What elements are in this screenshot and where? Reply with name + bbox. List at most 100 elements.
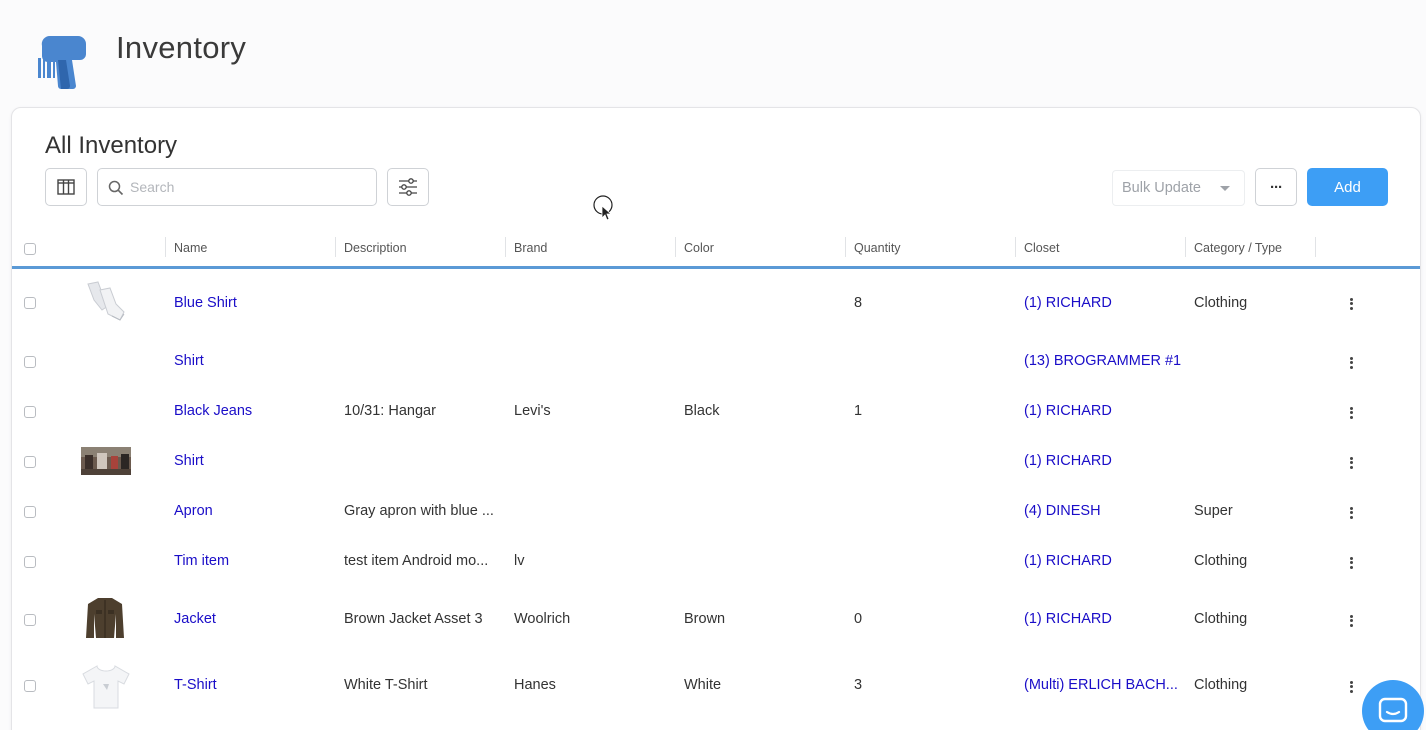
- table-row[interactable]: Shirt (13) BROGRAMMER #1: [12, 340, 1420, 384]
- table-row[interactable]: Apron Gray apron with blue ... (4) DINES…: [12, 490, 1420, 534]
- sliders-icon: [399, 178, 417, 196]
- row-name-link[interactable]: T-Shirt: [174, 677, 217, 693]
- row-menu-icon[interactable]: [1348, 613, 1354, 629]
- chevron-down-icon: [1220, 186, 1230, 191]
- row-name-link[interactable]: Apron: [174, 503, 213, 519]
- row-closet-link[interactable]: (1) RICHARD: [1024, 403, 1112, 419]
- row-category: Clothing: [1194, 553, 1248, 569]
- row-menu-icon[interactable]: [1348, 455, 1354, 471]
- row-category: Clothing: [1194, 295, 1248, 311]
- row-name-link[interactable]: Shirt: [174, 453, 204, 469]
- row-quantity: 8: [854, 295, 863, 311]
- row-checkbox[interactable]: [24, 356, 36, 368]
- row-checkbox[interactable]: [24, 556, 36, 568]
- row-category: Clothing: [1194, 611, 1248, 627]
- row-quantity: 0: [854, 611, 863, 627]
- row-name-link[interactable]: Blue Shirt: [174, 295, 237, 311]
- table-row[interactable]: Shirt (1) RICHARD: [12, 440, 1420, 484]
- bulk-update-select[interactable]: Bulk Update: [1112, 170, 1245, 206]
- search-input[interactable]: [130, 169, 370, 205]
- row-brand: lv: [514, 553, 525, 569]
- row-description: test item Android mo...: [344, 553, 489, 569]
- column-header-closet[interactable]: Closet: [1024, 241, 1059, 255]
- columns-button[interactable]: [45, 168, 87, 206]
- table-row[interactable]: Blue Shirt 8 (1) RICHARD Clothing: [12, 278, 1420, 328]
- column-divider: [1315, 237, 1316, 257]
- filter-button[interactable]: [387, 168, 429, 206]
- column-header-name[interactable]: Name: [174, 241, 207, 255]
- row-description: Gray apron with blue ...: [344, 503, 494, 519]
- row-closet-link[interactable]: (4) DINESH: [1024, 503, 1101, 519]
- table-row[interactable]: Tim item test item Android mo... lv (1) …: [12, 540, 1420, 584]
- table-row[interactable]: Jacket Brown Jacket Asset 3 Woolrich Bro…: [12, 592, 1420, 648]
- row-brand: Woolrich: [514, 611, 571, 627]
- column-divider: [505, 237, 506, 257]
- tshirt-thumbnail: [82, 665, 130, 709]
- row-checkbox[interactable]: [24, 614, 36, 626]
- row-checkbox[interactable]: [24, 406, 36, 418]
- page-title: Inventory: [116, 30, 247, 65]
- row-quantity: 1: [854, 403, 863, 419]
- row-brand: Levi's: [514, 403, 551, 419]
- row-menu-icon[interactable]: [1348, 679, 1354, 695]
- column-header-quantity[interactable]: Quantity: [854, 241, 901, 255]
- bulk-update-label: Bulk Update: [1122, 180, 1201, 196]
- chat-icon: [1378, 697, 1408, 723]
- row-checkbox[interactable]: [24, 506, 36, 518]
- row-name-link[interactable]: Black Jeans: [174, 403, 252, 419]
- columns-icon: [57, 179, 75, 195]
- card-title: All Inventory: [45, 132, 178, 159]
- search-icon: [108, 180, 124, 196]
- row-color: Black: [684, 403, 720, 419]
- inventory-card: All Inventory Bulk Update ···: [11, 107, 1421, 730]
- barcode-scanner-icon: [38, 35, 86, 89]
- row-checkbox[interactable]: [24, 297, 36, 309]
- row-description: Brown Jacket Asset 3: [344, 611, 483, 627]
- photo-thumbnail: [81, 447, 131, 475]
- row-brand: Hanes: [514, 677, 556, 693]
- row-name-link[interactable]: Jacket: [174, 611, 216, 627]
- row-closet-link[interactable]: (1) RICHARD: [1024, 611, 1112, 627]
- row-closet-link[interactable]: (Multi) ERLICH BACH...: [1024, 677, 1178, 693]
- more-actions-button[interactable]: ···: [1255, 168, 1297, 206]
- row-closet-link[interactable]: (1) RICHARD: [1024, 295, 1112, 311]
- table-row[interactable]: Black Jeans 10/31: Hangar Levi's Black 1…: [12, 390, 1420, 434]
- row-menu-icon[interactable]: [1348, 505, 1354, 521]
- column-divider: [165, 237, 166, 257]
- add-button[interactable]: Add: [1307, 168, 1388, 206]
- row-description: 10/31: Hangar: [344, 403, 436, 419]
- table-header: Name Description Brand Color Quantity Cl…: [12, 233, 1420, 267]
- row-category: Super: [1194, 503, 1233, 519]
- more-icon: ···: [1270, 178, 1283, 196]
- column-header-description[interactable]: Description: [344, 241, 407, 255]
- row-menu-icon[interactable]: [1348, 296, 1354, 312]
- column-divider: [675, 237, 676, 257]
- table-row[interactable]: T-Shirt White T-Shirt Hanes White 3 (Mul…: [12, 660, 1420, 712]
- jacket-thumbnail: [86, 598, 124, 638]
- row-closet-link[interactable]: (13) BROGRAMMER #1: [1024, 353, 1181, 369]
- row-name-link[interactable]: Tim item: [174, 553, 229, 569]
- column-divider: [1015, 237, 1016, 257]
- row-checkbox[interactable]: [24, 680, 36, 692]
- row-description: White T-Shirt: [344, 677, 428, 693]
- row-closet-link[interactable]: (1) RICHARD: [1024, 553, 1112, 569]
- header-rule: [12, 266, 1420, 269]
- row-menu-icon[interactable]: [1348, 555, 1354, 571]
- row-category: Clothing: [1194, 677, 1248, 693]
- row-menu-icon[interactable]: [1348, 355, 1354, 371]
- row-color: White: [684, 677, 722, 693]
- select-all-checkbox[interactable]: [24, 243, 36, 255]
- column-divider: [845, 237, 846, 257]
- row-closet-link[interactable]: (1) RICHARD: [1024, 453, 1112, 469]
- column-header-category[interactable]: Category / Type: [1194, 241, 1282, 255]
- row-checkbox[interactable]: [24, 456, 36, 468]
- column-header-brand[interactable]: Brand: [514, 241, 547, 255]
- loading-cursor-icon: [593, 195, 613, 221]
- row-name-link[interactable]: Shirt: [174, 353, 204, 369]
- column-header-color[interactable]: Color: [684, 241, 714, 255]
- row-quantity: 3: [854, 677, 863, 693]
- row-menu-icon[interactable]: [1348, 405, 1354, 421]
- column-divider: [335, 237, 336, 257]
- row-color: Brown: [684, 611, 726, 627]
- column-divider: [1185, 237, 1186, 257]
